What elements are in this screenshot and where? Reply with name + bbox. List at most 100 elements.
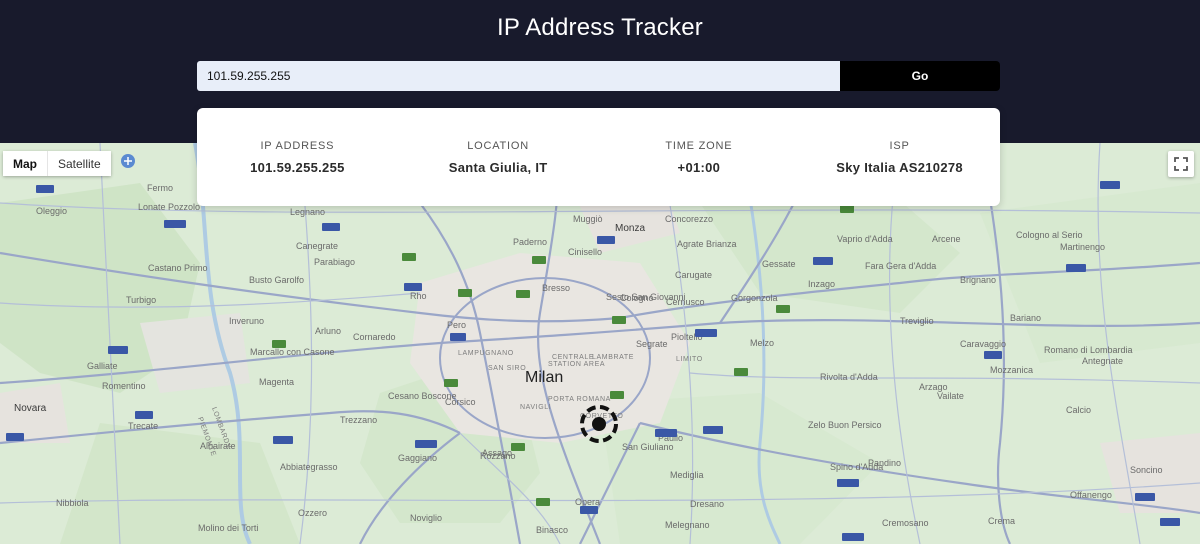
svg-text:Cologno al Serio: Cologno al Serio — [1016, 230, 1083, 240]
svg-text:Bresso: Bresso — [542, 283, 570, 293]
svg-text:Opera: Opera — [575, 497, 600, 507]
svg-text:Nibbiola: Nibbiola — [56, 498, 89, 508]
svg-text:LIMITO: LIMITO — [676, 356, 703, 363]
svg-text:Cornaredo: Cornaredo — [353, 332, 396, 342]
map-type-toggle: Map Satellite — [3, 151, 111, 176]
svg-text:Crema: Crema — [988, 516, 1015, 526]
svg-text:Marcallo con Casone: Marcallo con Casone — [250, 347, 335, 357]
svg-text:Soncino: Soncino — [1130, 465, 1163, 475]
svg-text:Pero: Pero — [447, 320, 466, 330]
svg-text:Busto Garolfo: Busto Garolfo — [249, 275, 304, 285]
ip-address-value: 101.59.255.255 — [250, 160, 345, 175]
svg-text:Assago: Assago — [482, 448, 512, 458]
svg-text:Binasco: Binasco — [536, 525, 568, 535]
svg-text:Galliate: Galliate — [87, 361, 118, 371]
svg-text:NAVIGLI: NAVIGLI — [520, 404, 551, 411]
svg-text:Magenta: Magenta — [259, 377, 294, 387]
svg-text:Gaggiano: Gaggiano — [398, 453, 437, 463]
svg-text:Monza: Monza — [615, 223, 645, 234]
svg-text:Calcio: Calcio — [1066, 405, 1091, 415]
svg-text:Bariano: Bariano — [1010, 313, 1041, 323]
svg-text:CENTRALE: CENTRALE — [552, 354, 594, 361]
svg-text:Cologno: Cologno — [620, 293, 654, 303]
svg-text:Cinisello: Cinisello — [568, 247, 602, 257]
svg-text:Trecate: Trecate — [128, 421, 158, 431]
svg-text:Carugate: Carugate — [675, 270, 712, 280]
location-value: Santa Giulia, IT — [448, 160, 548, 175]
timezone-section: TIME ZONE +01:00 — [599, 108, 800, 206]
fullscreen-button[interactable] — [1168, 151, 1194, 177]
svg-text:Parabiago: Parabiago — [314, 257, 355, 267]
svg-text:Turbigo: Turbigo — [126, 295, 156, 305]
ip-address-label: IP ADDRESS — [260, 140, 335, 152]
svg-text:Pandino: Pandino — [868, 458, 901, 468]
svg-text:Rivolta d'Adda: Rivolta d'Adda — [820, 372, 878, 382]
ip-info-card: IP ADDRESS 101.59.255.255 LOCATION Santa… — [197, 108, 1000, 206]
svg-text:Brignano: Brignano — [960, 275, 996, 285]
location-section: LOCATION Santa Giulia, IT — [398, 108, 599, 206]
svg-text:Vailate: Vailate — [937, 391, 964, 401]
ip-search-input[interactable] — [197, 61, 840, 91]
svg-text:Noviglio: Noviglio — [410, 513, 442, 523]
svg-text:Melzo: Melzo — [750, 338, 774, 348]
svg-text:Romano di Lombardia: Romano di Lombardia — [1044, 345, 1133, 355]
svg-text:Abbiategrasso: Abbiategrasso — [280, 462, 338, 472]
svg-text:LAMBRATE: LAMBRATE — [592, 354, 634, 361]
svg-text:Arcene: Arcene — [932, 234, 961, 244]
timezone-label: TIME ZONE — [665, 140, 733, 152]
city-label: Milan — [525, 369, 564, 386]
svg-text:Novara: Novara — [14, 403, 47, 414]
ip-address-section: IP ADDRESS 101.59.255.255 — [197, 108, 398, 206]
svg-text:LAMPUGNANO: LAMPUGNANO — [458, 350, 514, 357]
svg-text:Offanengo: Offanengo — [1070, 490, 1112, 500]
isp-section: ISP Sky Italia AS210278 — [799, 108, 1000, 206]
svg-text:Gorgonzola: Gorgonzola — [731, 293, 778, 303]
svg-text:Rho: Rho — [410, 291, 427, 301]
svg-text:Inveruno: Inveruno — [229, 316, 264, 326]
svg-text:San Giuliano: San Giuliano — [622, 442, 674, 452]
svg-text:Mediglia: Mediglia — [670, 470, 704, 480]
svg-text:Caravaggio: Caravaggio — [960, 339, 1006, 349]
svg-text:Romentino: Romentino — [102, 381, 146, 391]
svg-text:Oleggio: Oleggio — [36, 206, 67, 216]
svg-text:Gessate: Gessate — [762, 259, 796, 269]
svg-text:Agrate Brianza: Agrate Brianza — [677, 239, 737, 249]
svg-text:Inzago: Inzago — [808, 279, 835, 289]
location-marker-icon — [580, 405, 618, 443]
svg-text:Castano Primo: Castano Primo — [148, 263, 208, 273]
svg-text:Cernusco: Cernusco — [666, 297, 705, 307]
satellite-view-button[interactable]: Satellite — [48, 151, 111, 176]
svg-text:Cremosano: Cremosano — [882, 518, 929, 528]
svg-text:Cesano Boscone: Cesano Boscone — [388, 391, 457, 401]
svg-text:Segrate: Segrate — [636, 339, 668, 349]
page-title: IP Address Tracker — [497, 14, 703, 41]
fullscreen-icon — [1174, 157, 1188, 171]
svg-text:Legnano: Legnano — [290, 207, 325, 217]
search-bar: Go — [197, 61, 1000, 91]
svg-text:Ozzero: Ozzero — [298, 508, 327, 518]
location-label: LOCATION — [467, 140, 530, 152]
svg-text:Martinengo: Martinengo — [1060, 242, 1105, 252]
svg-text:Dresano: Dresano — [690, 499, 724, 509]
svg-text:Lonate Pozzolo: Lonate Pozzolo — [138, 202, 200, 212]
location-marker[interactable] — [577, 402, 621, 446]
isp-value: Sky Italia AS210278 — [836, 160, 963, 175]
svg-text:Arluno: Arluno — [315, 326, 341, 336]
svg-text:Treviglio: Treviglio — [900, 316, 934, 326]
svg-text:SAN SIRO: SAN SIRO — [488, 365, 526, 372]
svg-text:Muggiò: Muggiò — [573, 214, 603, 224]
go-button[interactable]: Go — [840, 61, 1000, 91]
svg-text:Trezzano: Trezzano — [340, 415, 377, 425]
map-view-button[interactable]: Map — [3, 151, 48, 176]
svg-text:Fara Gera d'Adda: Fara Gera d'Adda — [865, 261, 936, 271]
svg-text:Fermo: Fermo — [147, 183, 173, 193]
svg-text:Concorezzo: Concorezzo — [665, 214, 713, 224]
svg-text:Paderno: Paderno — [513, 237, 547, 247]
svg-text:Molino dei Torti: Molino dei Torti — [198, 523, 258, 533]
timezone-value: +01:00 — [677, 160, 721, 175]
isp-label: ISP — [889, 140, 910, 152]
svg-text:STATION AREA: STATION AREA — [548, 361, 605, 368]
svg-text:Zelo Buon Persico: Zelo Buon Persico — [808, 420, 882, 430]
svg-text:Melegnano: Melegnano — [665, 520, 710, 530]
svg-text:Mozzanica: Mozzanica — [990, 365, 1033, 375]
